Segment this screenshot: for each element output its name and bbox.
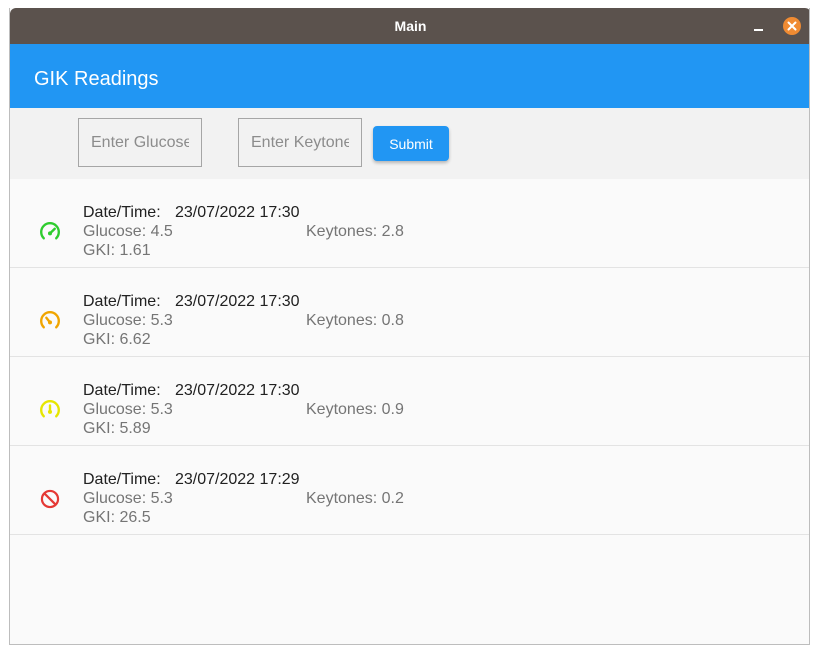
- app-window: Main GIK Readings Submit Date/Time: 23/0…: [9, 8, 810, 645]
- page-title: GIK Readings: [34, 68, 159, 90]
- speedometer-high-icon: [40, 222, 60, 240]
- list-item[interactable]: Date/Time: 23/07/2022 17:30 Glucose: 4.5…: [10, 179, 809, 268]
- datetime-value: 23/07/2022 17:30: [175, 382, 300, 399]
- glucose-value: Glucose: 5.3: [83, 401, 173, 418]
- keytones-value: Keytones: 2.8: [306, 223, 404, 240]
- app-bar: GIK Readings: [10, 44, 809, 108]
- submit-button[interactable]: Submit: [373, 126, 449, 161]
- glucose-input[interactable]: [78, 118, 202, 167]
- datetime-value: 23/07/2022 17:29: [175, 471, 300, 488]
- close-icon: [787, 21, 797, 31]
- gki-value: GKI: 6.62: [83, 331, 151, 348]
- glucose-value: Glucose: 4.5: [83, 223, 173, 240]
- list-item[interactable]: Date/Time: 23/07/2022 17:30 Glucose: 5.3…: [10, 268, 809, 357]
- window-title: Main: [394, 18, 427, 34]
- datetime-value: 23/07/2022 17:30: [175, 204, 300, 221]
- gki-value: GKI: 1.61: [83, 242, 151, 259]
- keytones-value: Keytones: 0.8: [306, 312, 404, 329]
- datetime-label: Date/Time:: [83, 204, 161, 221]
- datetime-label: Date/Time:: [83, 471, 161, 488]
- block-icon: [40, 489, 60, 509]
- close-button[interactable]: [783, 17, 801, 35]
- speedometer-slow-icon: [40, 400, 60, 418]
- glucose-value: Glucose: 5.3: [83, 312, 173, 329]
- speedometer-medium-icon: [40, 311, 60, 329]
- list-item[interactable]: Date/Time: 23/07/2022 17:29 Glucose: 5.3…: [10, 446, 809, 535]
- reading-form: Submit: [10, 108, 809, 179]
- datetime-label: Date/Time:: [83, 382, 161, 399]
- gki-value: GKI: 5.89: [83, 420, 151, 437]
- keytones-input[interactable]: [238, 118, 362, 167]
- keytones-value: Keytones: 0.2: [306, 490, 404, 507]
- readings-list: Date/Time: 23/07/2022 17:30 Glucose: 4.5…: [10, 179, 809, 535]
- window-titlebar[interactable]: Main: [10, 8, 809, 44]
- datetime-value: 23/07/2022 17:30: [175, 293, 300, 310]
- gki-value: GKI: 26.5: [83, 509, 151, 526]
- minimize-icon[interactable]: [752, 18, 766, 34]
- list-item[interactable]: Date/Time: 23/07/2022 17:30 Glucose: 5.3…: [10, 357, 809, 446]
- keytones-value: Keytones: 0.9: [306, 401, 404, 418]
- datetime-label: Date/Time:: [83, 293, 161, 310]
- glucose-value: Glucose: 5.3: [83, 490, 173, 507]
